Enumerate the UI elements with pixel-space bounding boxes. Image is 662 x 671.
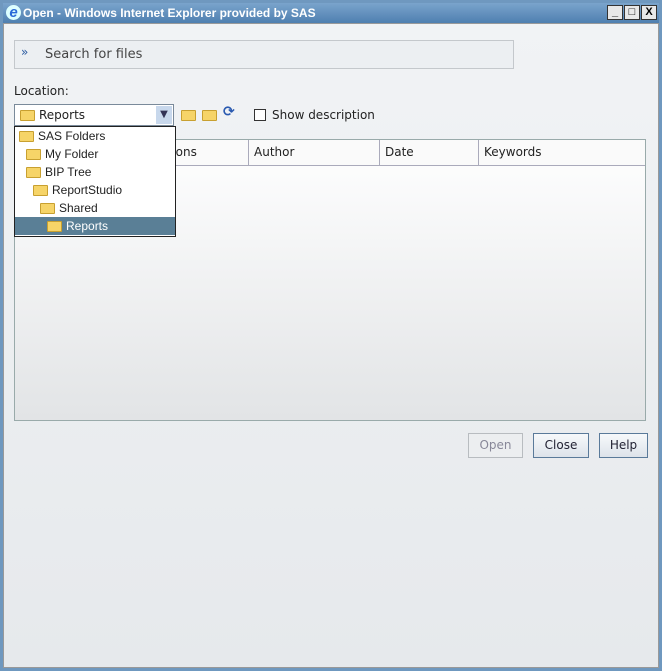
new-folder-icon[interactable] [202, 107, 217, 123]
dropdown-item-my-folder[interactable]: My Folder [15, 145, 175, 163]
column-header-keywords[interactable]: Keywords [479, 140, 645, 165]
open-button[interactable]: Open [468, 433, 523, 458]
dropdown-item-sas-folders[interactable]: SAS Folders [15, 127, 175, 145]
title-bar: e Open - Windows Internet Explorer provi… [3, 3, 659, 23]
folder-icon [47, 221, 62, 233]
help-button[interactable]: Help [599, 433, 648, 458]
folder-up-icon[interactable] [181, 107, 196, 123]
folder-icon [20, 110, 35, 121]
show-description-checkbox[interactable] [254, 109, 266, 121]
dropdown-item-reports[interactable]: Reports [15, 217, 175, 235]
folder-icon [33, 185, 48, 197]
search-for-files-toggle[interactable]: » Search for files [14, 40, 514, 69]
refresh-icon[interactable]: ⟳ [223, 104, 235, 120]
window-title: Open - Windows Internet Explorer provide… [23, 6, 316, 20]
ie-logo-icon: e [6, 5, 21, 20]
column-header-author[interactable]: Author [249, 140, 380, 165]
minimize-button[interactable]: _ [607, 5, 623, 20]
maximize-button[interactable]: □ [624, 5, 640, 20]
chevron-down-icon[interactable]: ▼ [156, 106, 172, 124]
location-select[interactable]: Reports ▼ [14, 104, 174, 126]
location-label: Location: [14, 84, 69, 98]
user-folder-icon [26, 149, 41, 161]
column-header-date[interactable]: Date [380, 140, 479, 165]
location-value: Reports [39, 108, 86, 122]
dialog-content: » Search for files Location: Reports ▼ ⟳… [3, 23, 659, 668]
sas-folders-icon [19, 131, 34, 143]
search-label: Search for files [45, 47, 143, 62]
chevron-double-down-icon: » [21, 45, 29, 59]
dropdown-item-reportstudio[interactable]: ReportStudio [15, 181, 175, 199]
dropdown-item-bip-tree[interactable]: BIP Tree [15, 163, 175, 181]
close-window-button[interactable]: X [641, 5, 657, 20]
dropdown-item-shared[interactable]: Shared [15, 199, 175, 217]
folder-icon [40, 203, 55, 215]
open-dialog-window: e Open - Windows Internet Explorer provi… [0, 0, 662, 671]
location-dropdown-list: SAS Folders My Folder BIP Tree ReportStu… [14, 126, 176, 237]
close-button[interactable]: Close [533, 433, 589, 458]
show-description-label[interactable]: Show description [272, 108, 375, 122]
folder-icon [26, 167, 41, 179]
